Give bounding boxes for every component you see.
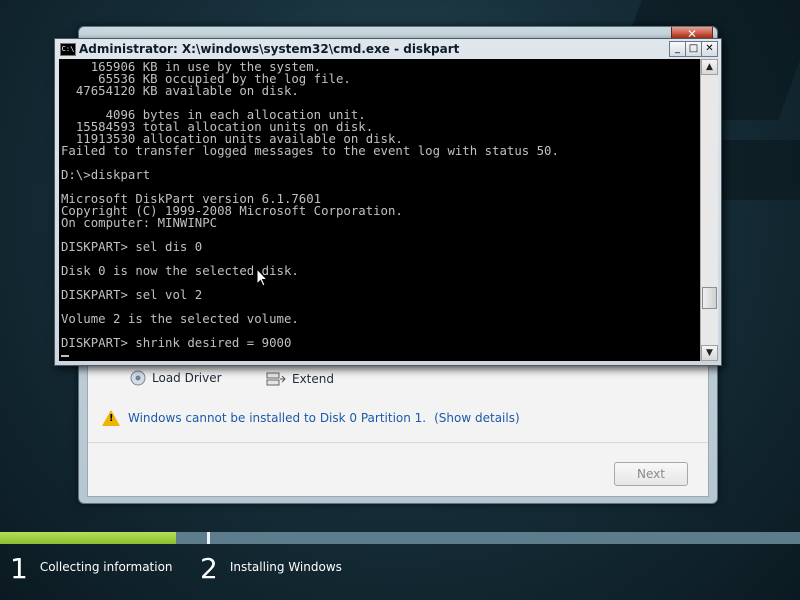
mouse-pointer-icon	[256, 268, 268, 287]
progress-divider	[207, 532, 210, 544]
vertical-scrollbar[interactable]: ▲ ▼	[700, 59, 718, 361]
load-driver-icon	[130, 370, 146, 386]
cmd-titlebar[interactable]: C:\ Administrator: X:\windows\system32\c…	[55, 39, 721, 59]
text-cursor	[61, 355, 69, 357]
load-driver-link[interactable]: Load Driver	[130, 370, 222, 386]
step-number: 2	[200, 552, 218, 585]
setup-content: Load Driver Extend ! Windows cannot be i…	[87, 357, 709, 497]
extend-link[interactable]: Extend	[266, 370, 334, 388]
show-details-link[interactable]: (Show details)	[434, 411, 520, 425]
warning-icon: !	[102, 410, 120, 426]
divider	[88, 442, 708, 443]
console-output[interactable]: 165906 KB in use by the system. 65536 KB…	[59, 59, 701, 361]
progress-bar	[0, 532, 800, 544]
step-label: Installing Windows	[229, 560, 342, 574]
cmd-window[interactable]: C:\ Administrator: X:\windows\system32\c…	[54, 38, 722, 366]
console-text: 165906 KB in use by the system. 65536 KB…	[61, 60, 559, 350]
extend-label: Extend	[292, 372, 334, 386]
cmd-window-title: Administrator: X:\windows\system32\cmd.e…	[79, 42, 460, 56]
cmd-app-icon: C:\	[60, 43, 76, 56]
scroll-up-icon[interactable]: ▲	[701, 59, 718, 75]
step-label: Collecting information	[39, 560, 173, 574]
progress-fill	[0, 532, 176, 544]
setup-progress-area: 1 Collecting information 2 Installing Wi…	[0, 532, 800, 600]
warning-text: Windows cannot be installed to Disk 0 Pa…	[128, 411, 427, 425]
install-warning: ! Windows cannot be installed to Disk 0 …	[102, 410, 520, 426]
next-button[interactable]: Next	[614, 462, 688, 486]
scroll-down-icon[interactable]: ▼	[701, 345, 718, 361]
scroll-thumb[interactable]	[702, 287, 717, 309]
close-button[interactable]: ✕	[701, 41, 718, 57]
load-driver-label: Load Driver	[152, 371, 222, 385]
step-number: 1	[10, 552, 28, 585]
step-installing-windows: 2 Installing Windows	[200, 552, 342, 586]
maximize-button[interactable]: □	[685, 41, 702, 57]
step-collecting-information: 1 Collecting information	[10, 552, 173, 586]
minimize-button[interactable]: _	[669, 41, 686, 57]
extend-icon	[266, 372, 286, 386]
